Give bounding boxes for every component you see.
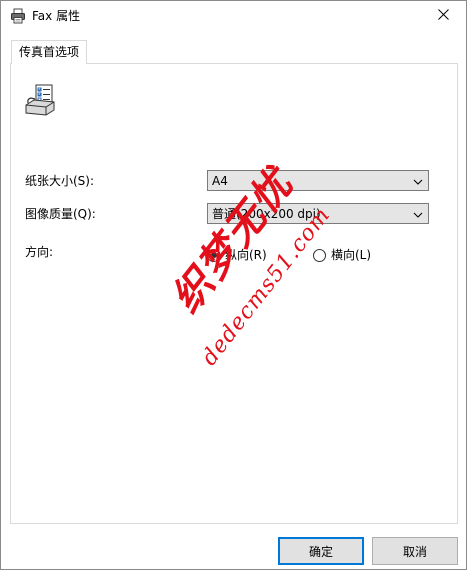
image-quality-value: 普通(200x200 dpi) bbox=[212, 207, 321, 221]
tab-panel: 纸张大小(S): A4 图像质量(Q): 普通(200x200 dpi) 方向:… bbox=[10, 63, 458, 524]
image-quality-label: 图像质量(Q): bbox=[25, 207, 96, 221]
printer-icon bbox=[10, 8, 26, 24]
close-button[interactable] bbox=[420, 1, 466, 31]
chevron-down-icon bbox=[413, 209, 423, 219]
radio-portrait[interactable]: 纵向(R) bbox=[207, 246, 267, 264]
image-quality-select[interactable]: 普通(200x200 dpi) bbox=[207, 203, 429, 224]
fax-machine-icon bbox=[24, 83, 58, 117]
cancel-button[interactable]: 取消 bbox=[372, 537, 458, 565]
window-title: Fax 属性 bbox=[32, 9, 81, 23]
chevron-down-icon bbox=[413, 176, 423, 186]
paper-size-label: 纸张大小(S): bbox=[25, 174, 95, 188]
landscape-label: 横向(L) bbox=[331, 248, 372, 262]
radio-landscape[interactable]: 横向(L) bbox=[313, 246, 371, 264]
paper-size-select[interactable]: A4 bbox=[207, 170, 429, 191]
tab-fax-preferences[interactable]: 传真首选项 bbox=[11, 40, 87, 64]
portrait-label: 纵向(R) bbox=[225, 248, 267, 262]
radio-button-unchecked[interactable] bbox=[313, 248, 326, 262]
radio-button-checked[interactable] bbox=[207, 248, 220, 262]
ok-button[interactable]: 确定 bbox=[278, 537, 364, 565]
fax-properties-dialog: Fax 属性 传真首选项 纸张大小(S): A4 图像质量(Q): 普通(200… bbox=[0, 0, 467, 570]
paper-size-value: A4 bbox=[212, 174, 228, 188]
title-bar: Fax 属性 bbox=[1, 1, 466, 31]
close-icon bbox=[437, 9, 449, 23]
orientation-label: 方向: bbox=[25, 245, 54, 259]
